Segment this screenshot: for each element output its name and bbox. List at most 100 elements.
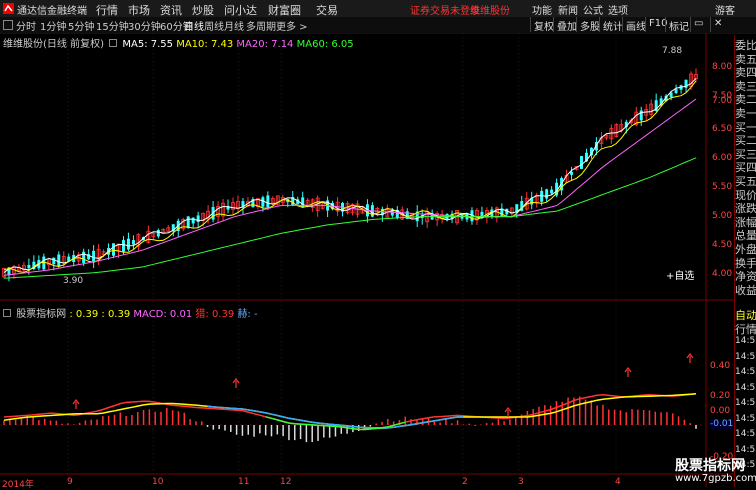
ind-y-tick: 0.20 — [710, 391, 731, 401]
menu-ask[interactable]: 问小达 — [224, 2, 257, 18]
candle — [694, 68, 698, 83]
candle — [545, 188, 549, 202]
menu-options[interactable]: 选项 — [608, 2, 628, 17]
guest-label[interactable]: 游客 — [715, 2, 735, 17]
window-icon[interactable]: ▭ — [690, 17, 706, 32]
buy-value: 猎: 0.39 — [195, 309, 235, 320]
candle-body — [57, 254, 61, 267]
candle — [266, 191, 270, 211]
watermark-url: www.7gpzb.com — [675, 473, 756, 484]
y-tick: 5.50 — [712, 182, 733, 192]
indicator-menu-icon[interactable] — [3, 309, 11, 317]
candle — [530, 191, 534, 210]
period-weekly[interactable]: 周线 — [204, 18, 224, 33]
tick-time: 14:55 — [735, 336, 756, 346]
y-tick: 8.00 — [712, 62, 733, 72]
ind-current-value: -0.01 — [710, 419, 734, 429]
indicator-v1: : 0.39 — [69, 309, 99, 320]
menu-trade-stock[interactable]: 炒股 — [192, 2, 214, 18]
period-multi[interactable]: 多周期 — [246, 18, 276, 33]
up-arrow-icon — [72, 399, 80, 409]
candle-body — [540, 190, 544, 202]
candle — [494, 206, 499, 223]
x-tick: 9 — [67, 477, 73, 487]
candle — [435, 211, 440, 227]
x-tick: 12 — [280, 477, 292, 487]
candle — [639, 106, 643, 126]
period-daily[interactable]: 日线 — [184, 18, 204, 33]
candle-body — [579, 156, 583, 169]
menu-exchange[interactable]: 市场 — [128, 2, 150, 18]
candle — [679, 84, 683, 94]
indicator-name[interactable]: 股票指标网 — [16, 309, 66, 320]
menu-functions[interactable]: 功能 — [532, 2, 552, 17]
x-tick: 2014年 — [2, 480, 34, 490]
up-arrow-icon — [504, 407, 512, 417]
candle — [385, 204, 390, 218]
candle — [131, 235, 135, 250]
chart-area[interactable] — [0, 33, 734, 487]
menu-market[interactable]: 行情 — [96, 2, 118, 18]
period-30min[interactable]: 30分钟 — [128, 18, 161, 33]
tick-time: 14:55 — [735, 367, 756, 377]
menu-formula[interactable]: 公式 — [583, 2, 603, 17]
period-15min[interactable]: 15分钟 — [96, 18, 129, 33]
candle — [221, 198, 225, 222]
ind-y-tick: 0.00 — [710, 406, 731, 416]
candle — [216, 201, 220, 223]
candle — [455, 209, 459, 226]
high-price-label: 7.88 — [662, 46, 683, 56]
btn-mark[interactable]: 标记 — [665, 17, 692, 33]
x-tick: 4 — [615, 477, 621, 487]
candle-body — [261, 197, 265, 207]
candle-body — [112, 243, 116, 256]
quote-tab[interactable]: 行情 — [735, 321, 756, 337]
menu-newsfeed[interactable]: 新闻 — [558, 2, 578, 17]
candle-body — [131, 240, 135, 245]
candle — [609, 124, 614, 144]
menu-news[interactable]: 资讯 — [160, 2, 182, 18]
candle — [534, 192, 539, 208]
period-5min[interactable]: 5分钟 — [68, 18, 94, 33]
candle-body — [301, 197, 305, 208]
y-tick: 6.00 — [712, 153, 733, 163]
indicator-slow-line — [3, 393, 697, 429]
app-name: 通达信金融终端 — [17, 6, 87, 17]
tick-time: 14:55 — [735, 413, 756, 424]
candle — [92, 245, 96, 268]
candle-body — [52, 257, 56, 265]
candle — [326, 196, 330, 218]
candle — [415, 205, 419, 228]
candle-body — [550, 189, 554, 194]
tick-time: 14:55 — [735, 382, 756, 393]
candle — [156, 228, 160, 239]
x-tick: 2 — [462, 477, 468, 487]
period-monthly[interactable]: 月线 — [224, 18, 244, 33]
tick-time: 14:55 — [735, 351, 756, 362]
add-favorite-button[interactable]: +自选 — [666, 267, 694, 282]
ind-y-tick: 0.40 — [710, 361, 731, 371]
period-tick[interactable]: 分时 — [16, 18, 36, 33]
x-tick: 10 — [152, 477, 164, 487]
watermark-text: 股票指标网 — [675, 458, 745, 474]
candle-body — [82, 251, 86, 263]
candle — [425, 207, 430, 228]
candle-body — [570, 171, 574, 175]
period-1min[interactable]: 1分钟 — [40, 18, 66, 33]
y-tick: 4.00 — [712, 269, 733, 279]
candle — [275, 195, 280, 206]
up-arrow-icon — [624, 367, 632, 377]
menu-trading[interactable]: 交易 — [316, 2, 338, 18]
macd-value: MACD: 0.01 — [133, 309, 193, 320]
stock-alert[interactable]: 维维股份 — [470, 2, 510, 17]
close-icon[interactable]: ✕ — [710, 17, 725, 32]
y-tick: 7.00 — [712, 96, 733, 106]
period-more[interactable]: 更多 > — [276, 18, 308, 33]
y-tick: 4.50 — [712, 240, 733, 250]
candle — [579, 155, 583, 170]
menu-wealth[interactable]: 财富圈 — [268, 2, 301, 18]
layout-toggle-icon[interactable] — [3, 20, 13, 30]
tick-time: 14:55 — [735, 444, 756, 455]
candle-body — [186, 216, 190, 229]
candle-body — [674, 89, 678, 94]
